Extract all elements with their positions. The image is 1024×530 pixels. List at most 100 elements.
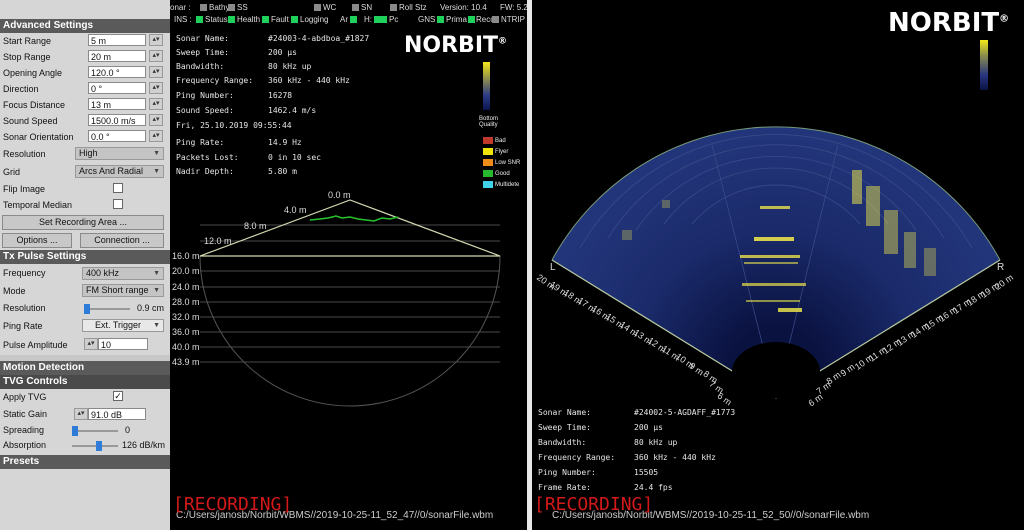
sonar-orientation-row: Sonar Orientation 0.0 ° ▴▾ (0, 129, 170, 145)
mode-label: Mode (3, 286, 26, 296)
sound-speed-label: Sound Speed (3, 116, 58, 126)
grid-label: Grid (3, 167, 21, 177)
depth-label: 24.0 m (172, 282, 200, 292)
frequency-value: 400 kHz (86, 268, 120, 278)
focus-distance-input[interactable]: 13 m (88, 98, 146, 110)
mode-value: FM Short range (86, 285, 149, 295)
spreading-row: Spreading 0 (0, 422, 170, 437)
settings-panel: Advanced Settings Start Range 5 m ▴▾ Stop … (0, 0, 170, 530)
presets-header[interactable]: Presets (0, 455, 170, 469)
focus-distance-row: Focus Distance 13 m ▴▾ (0, 97, 170, 113)
resolution-dropdown[interactable]: High ▼ (75, 147, 164, 160)
resolution-label: Resolution (3, 149, 46, 159)
pulse-amplitude-row: Pulse Amplitude ▴▾ 10 (0, 335, 170, 355)
mode-dropdown[interactable]: FM Short range ▼ (82, 284, 164, 297)
apply-tvg-checkbox[interactable]: ✓ (113, 391, 123, 401)
left-side-marker: L (550, 262, 556, 273)
recording-area-row: Set Recording Area ... (0, 213, 170, 231)
frequency-dropdown[interactable]: 400 kHz ▼ (82, 267, 164, 280)
recording-indicator: [RECORDING] (173, 494, 293, 515)
absorption-label: Absorption (3, 440, 47, 450)
static-gain-row: Static Gain ▴▾ 91.0 dB (0, 405, 170, 422)
mode-row: Mode FM Short range ▼ (0, 283, 170, 299)
ping-rate-dropdown[interactable]: Ext. Trigger ▼ (82, 319, 164, 332)
sonar-orientation-spinner[interactable]: ▴▾ (149, 130, 163, 142)
ping-rate-value: Ext. Trigger (95, 320, 142, 330)
pulse-amplitude-label: Pulse Amplitude (3, 340, 68, 350)
ping-rate-label: Ping Rate (3, 321, 43, 331)
slider-handle[interactable] (96, 441, 102, 451)
focus-distance-spinner[interactable]: ▴▾ (149, 98, 163, 110)
info-line: Sweep Time: 200 µs (538, 423, 663, 432)
depth-label: 28.0 m (172, 297, 200, 307)
motion-detection-header[interactable]: Motion Detection (0, 361, 170, 375)
depth-label: 4.0 m (284, 205, 307, 215)
sound-speed-row: Sound Speed 1500.0 m/s ▴▾ (0, 113, 170, 129)
grid-row: Grid Arcs And Radial ▼ (0, 163, 170, 181)
direction-input[interactable]: 0 ° (88, 82, 146, 94)
depth-label: 32.0 m (172, 312, 200, 322)
apply-tvg-label: Apply TVG (3, 392, 47, 402)
info-line: Bandwidth: 80 kHz up (538, 438, 678, 447)
ping-rate-row: Ping Rate Ext. Trigger ▼ (0, 316, 170, 335)
opening-angle-spinner[interactable]: ▴▾ (149, 66, 163, 78)
start-range-spinner[interactable]: ▴▾ (149, 34, 163, 46)
temporal-median-label: Temporal Median (3, 200, 73, 210)
watercolumn-view: NORBIT® L R 20 m 19 m 18 m 17 m 16 m 15 … (532, 0, 1024, 530)
static-gain-input[interactable]: 91.0 dB (88, 408, 146, 420)
chevron-down-icon: ▼ (153, 270, 160, 277)
range-arc (199, 255, 501, 407)
sound-speed-spinner[interactable]: ▴▾ (149, 114, 163, 126)
right-side-marker: R (997, 262, 1005, 273)
temporal-median-checkbox[interactable] (113, 199, 123, 209)
start-range-input[interactable]: 5 m (88, 34, 146, 46)
sonar-fan-image (551, 126, 1001, 399)
opening-angle-input[interactable]: 120.0 ° (88, 66, 146, 78)
static-gain-spinner[interactable]: ▴▾ (74, 408, 88, 420)
slider-handle[interactable] (72, 426, 78, 436)
stop-range-row: Stop Range 20 m ▴▾ (0, 49, 170, 65)
spreading-label: Spreading (3, 425, 45, 435)
grid-dropdown[interactable]: Arcs And Radial ▼ (75, 165, 164, 178)
depth-label: 36.0 m (172, 327, 200, 337)
depth-label: 0.0 m (328, 190, 351, 200)
start-range-label: Start Range (3, 36, 52, 46)
info-line: Frequency Range: 360 kHz - 440 kHz (538, 453, 716, 462)
pulse-amplitude-input[interactable]: 10 (98, 338, 148, 350)
set-recording-area-button[interactable]: Set Recording Area ... (2, 215, 164, 230)
frequency-row: Frequency 400 kHz ▼ (0, 264, 170, 283)
flip-image-label: Flip Image (3, 184, 46, 194)
tx-resolution-slider[interactable] (84, 304, 130, 314)
tx-resolution-label: Resolution (3, 303, 46, 313)
depth-label: 12.0 m (204, 236, 232, 246)
direction-spinner[interactable]: ▴▾ (149, 82, 163, 94)
tx-pulse-header: Tx Pulse Settings (0, 250, 170, 264)
depth-labels: 0.0 m 4.0 m 8.0 m 12.0 m 16.0 m 20.0 m 2… (172, 190, 351, 367)
stop-range-input[interactable]: 20 m (88, 50, 146, 62)
info-line: Frame Rate: 24.4 fps (538, 483, 673, 492)
resolution-value: High (79, 148, 98, 158)
sound-speed-input[interactable]: 1500.0 m/s (88, 114, 146, 126)
info-line: Ping Number: 15505 (538, 468, 659, 477)
chevron-down-icon: ▼ (153, 168, 160, 175)
apply-tvg-row: Apply TVG ✓ (0, 389, 170, 405)
static-gain-label: Static Gain (3, 409, 48, 419)
tvg-controls-header: TVG Controls (0, 375, 170, 389)
options-button[interactable]: Options ... (2, 233, 72, 248)
stop-range-label: Stop Range (3, 52, 51, 62)
flip-image-checkbox[interactable] (113, 183, 123, 193)
opening-angle-row: Opening Angle 120.0 ° ▴▾ (0, 65, 170, 81)
focus-distance-label: Focus Distance (3, 100, 66, 110)
stop-range-spinner[interactable]: ▴▾ (149, 50, 163, 62)
pulse-amplitude-spinner[interactable]: ▴▾ (84, 338, 98, 350)
options-row: Options ... Connection ... (0, 231, 170, 249)
depth-label: 8.0 m (244, 221, 267, 231)
sonar-orientation-input[interactable]: 0.0 ° (88, 130, 146, 142)
connection-button[interactable]: Connection ... (80, 233, 164, 248)
temporal-median-row: Temporal Median (0, 197, 170, 213)
depth-grid-lines (200, 224, 500, 363)
slider-handle[interactable] (84, 304, 90, 314)
tx-resolution-row: Resolution 0.9 cm (0, 299, 170, 316)
spreading-slider[interactable] (72, 426, 118, 436)
absorption-slider[interactable] (72, 441, 118, 451)
